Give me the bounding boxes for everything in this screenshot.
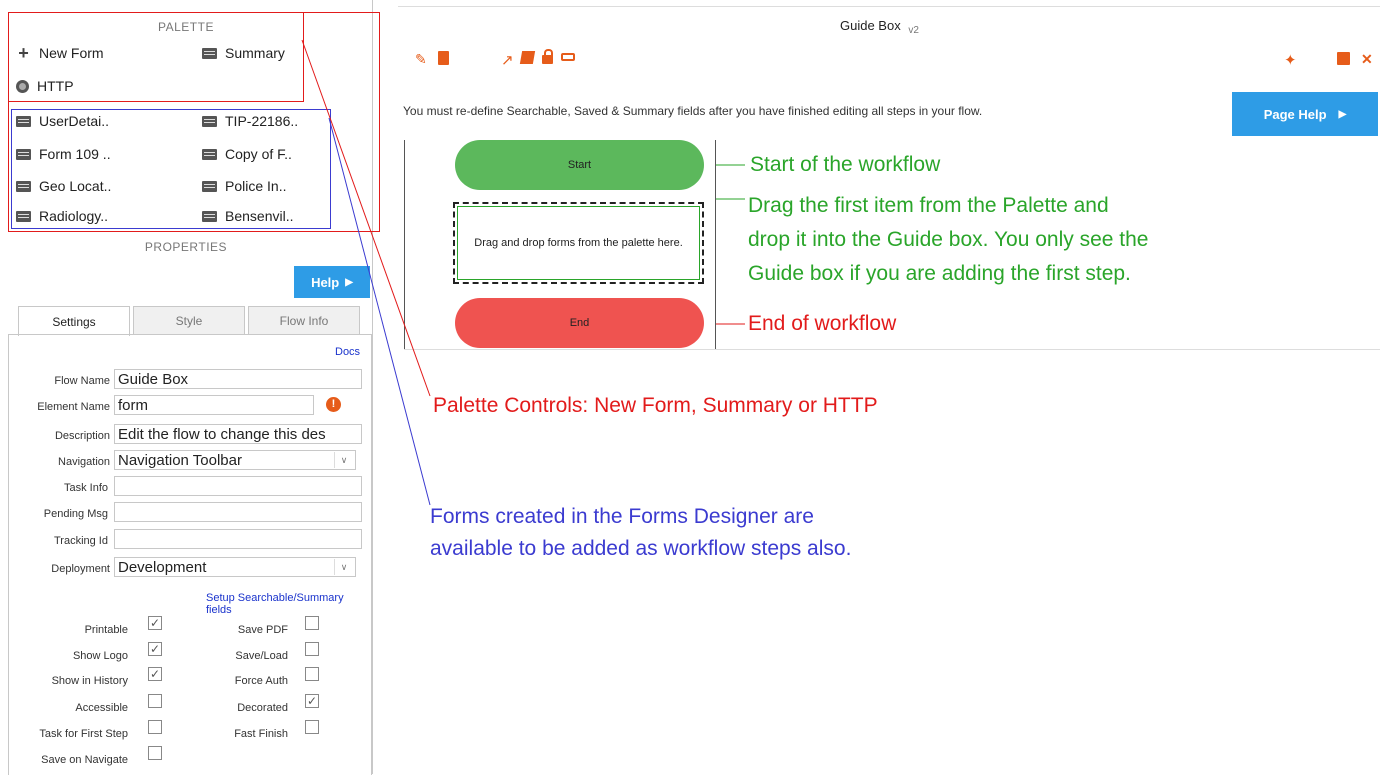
annotation-palette-controls: Palette Controls: New Form, Summary or H… (433, 394, 878, 417)
annotation-guide-line-2: drop it into the Guide box. You only see… (748, 228, 1149, 251)
annotation-forms-line-2: available to be added as workflow steps … (430, 537, 852, 560)
annotation-guide-line-1: Drag the first item from the Palette and (748, 194, 1109, 217)
palette-controls-connector (301, 39, 431, 397)
annotation-end: End of workflow (748, 312, 897, 335)
palette-forms-connector (328, 117, 431, 506)
annotation-forms-line-1: Forms created in the Forms Designer are (430, 505, 814, 528)
annotation-guide-line-3: Guide box if you are adding the first st… (748, 262, 1131, 285)
annotation-lines (301, 39, 745, 506)
annotation-start: Start of the workflow (750, 153, 941, 176)
